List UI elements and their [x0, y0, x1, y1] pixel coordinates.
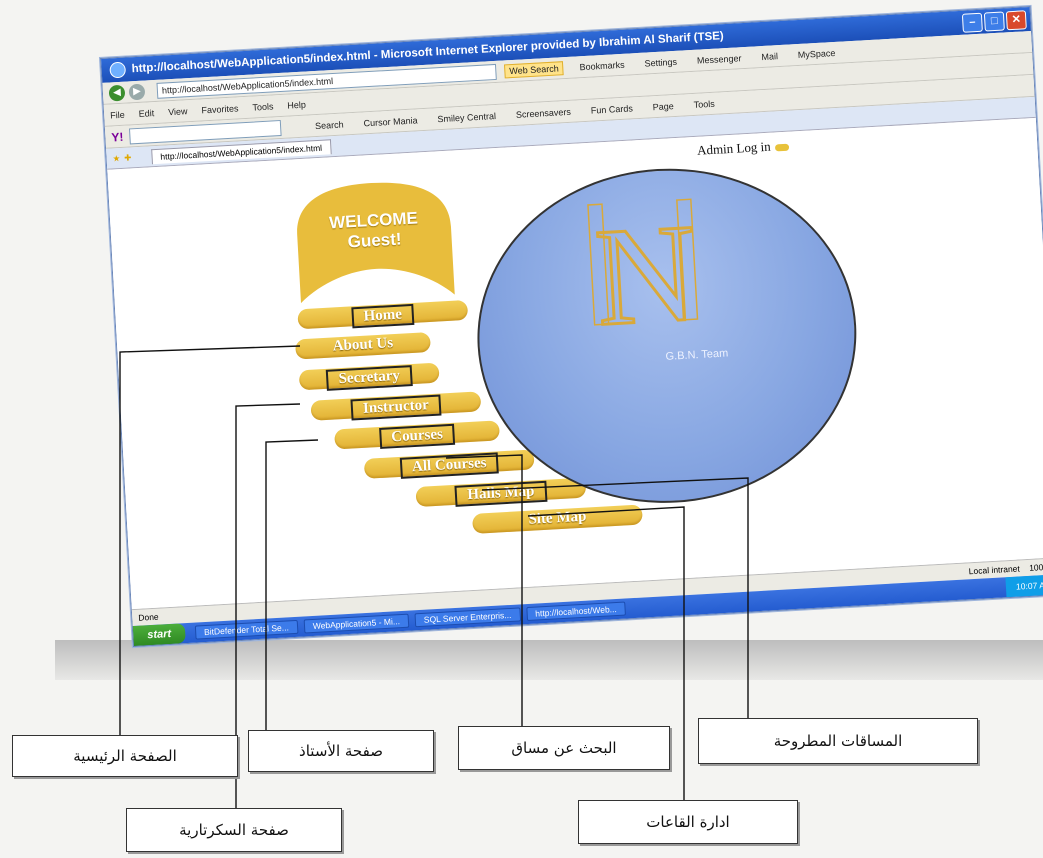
ie-icon	[109, 61, 127, 79]
annotation-home: الصفحة الرئيسية	[12, 735, 238, 777]
nav-instructor-text: Instructor	[350, 394, 442, 421]
myspace-button[interactable]: MySpace	[794, 46, 840, 61]
menu-help[interactable]: Help	[287, 99, 306, 110]
yahoo-search-button[interactable]: Search	[311, 118, 348, 132]
annotation-course-search: البحث عن مساق	[458, 726, 670, 770]
n-logo-icon: N	[587, 194, 703, 357]
start-button[interactable]: start	[132, 623, 186, 647]
nav-home-text: Home	[351, 303, 415, 329]
task-bitdefender[interactable]: BitDefender Total Se...	[194, 619, 299, 640]
maximize-button[interactable]: □	[983, 11, 1005, 32]
key-icon	[774, 143, 789, 151]
menu-tools[interactable]: Tools	[252, 101, 274, 112]
nav-instructor-label: Instructor	[311, 392, 482, 422]
task-visual-studio[interactable]: WebApplication5 - Mi...	[303, 613, 410, 634]
annotation-secretary: صفحة السكرتارية	[126, 808, 342, 852]
nav-courses-label: Courses	[334, 421, 500, 451]
bookmarks-button[interactable]: Bookmarks	[575, 58, 629, 73]
nav-secretary-text: Secretary	[326, 365, 413, 391]
nav-all-courses-text: All Courses	[399, 452, 500, 479]
nav-about-us[interactable]: About Us	[295, 332, 431, 360]
annotation-halls: ادارة القاعات	[578, 800, 798, 844]
smiley-central-button[interactable]: Smiley Central	[433, 109, 500, 125]
fun-cards-button[interactable]: Fun Cards	[586, 102, 637, 117]
monitor-bezel-shadow	[55, 640, 1043, 680]
forward-button[interactable]: ▶	[128, 83, 146, 100]
welcome-badge: WELCOME Guest!	[286, 176, 463, 313]
tools-menu-button[interactable]: Tools	[689, 97, 719, 111]
page-content: Admin Log in WELCOME Guest! Home About U…	[107, 117, 1043, 610]
menu-file[interactable]: File	[110, 109, 125, 120]
browser-window: http://localhost/WebApplication5/index.h…	[100, 5, 1043, 648]
web-search-button[interactable]: Web Search	[503, 60, 565, 78]
admin-login-link[interactable]: Admin Log in	[697, 138, 789, 159]
yahoo-logo: Y!	[111, 129, 124, 144]
cursor-mania-button[interactable]: Cursor Mania	[359, 114, 422, 129]
mail-button[interactable]: Mail	[757, 49, 782, 62]
task-sql-server[interactable]: SQL Server Enterpris...	[414, 607, 521, 628]
task-ie[interactable]: http://localhost/Web...	[525, 601, 627, 622]
minimize-button[interactable]: –	[961, 12, 983, 33]
annotation-instructor: صفحة الأستاذ	[248, 730, 434, 772]
add-favorite-icon[interactable]: ✚	[124, 152, 132, 163]
menu-favorites[interactable]: Favorites	[201, 103, 239, 115]
nav-instructor[interactable]: Instructor	[310, 391, 482, 422]
nav-secretary[interactable]: Secretary	[298, 362, 440, 393]
nav-courses-text: Courses	[378, 423, 456, 449]
security-zone: Local intranet	[968, 563, 1021, 577]
logo-orb: N G.B.N. Team	[468, 158, 866, 514]
menu-edit[interactable]: Edit	[138, 108, 154, 119]
nav-about-us-label: About Us	[332, 335, 394, 355]
settings-button[interactable]: Settings	[640, 55, 681, 69]
logo-letter: N	[592, 195, 702, 355]
clock: 10:07 AM	[1005, 574, 1043, 598]
annotation-offered-courses: المساقات المطروحة	[698, 718, 978, 764]
screensavers-button[interactable]: Screensavers	[512, 105, 576, 120]
status-text: Done	[138, 611, 159, 623]
nav-courses[interactable]: Courses	[334, 420, 500, 451]
page-menu-button[interactable]: Page	[648, 99, 678, 113]
nav-secretary-label: Secretary	[299, 364, 440, 393]
zoom-level[interactable]: 100%	[1029, 562, 1043, 573]
menu-view[interactable]: View	[168, 106, 188, 117]
messenger-button[interactable]: Messenger	[693, 51, 746, 66]
admin-login-label: Admin Log in	[696, 138, 772, 158]
window-controls: – □ ✕	[961, 10, 1027, 33]
close-button[interactable]: ✕	[1005, 10, 1027, 31]
back-button[interactable]: ◀	[108, 84, 126, 102]
favorites-star-icon[interactable]: ★	[112, 153, 120, 164]
